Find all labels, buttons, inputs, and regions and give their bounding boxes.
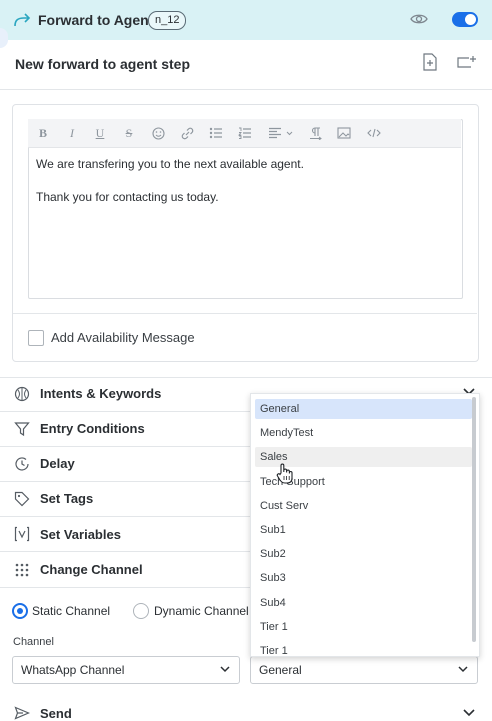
divider	[0, 446, 250, 447]
variable-icon	[14, 526, 30, 542]
add-step-icon[interactable]	[457, 55, 477, 69]
grid-dots-icon	[14, 562, 30, 578]
queue-select-value: General	[259, 663, 302, 677]
dropdown-option[interactable]: Sub1	[255, 520, 472, 540]
dynamic-channel-label: Dynamic Channel	[154, 604, 249, 618]
chevron-down-icon[interactable]	[463, 709, 475, 717]
dropdown-option[interactable]: Tier 1	[255, 641, 472, 656]
availability-checkbox[interactable]	[28, 330, 44, 346]
dropdown-option[interactable]: Tier 1	[255, 617, 472, 637]
forward-arrow-icon	[13, 12, 31, 28]
section-set-tags[interactable]: Set Tags	[40, 491, 93, 506]
eye-icon[interactable]	[410, 11, 428, 27]
link-icon[interactable]	[179, 119, 195, 147]
node-title: Forward to Agent	[38, 12, 154, 28]
bold-icon[interactable]: B	[36, 119, 50, 147]
static-channel-radio[interactable]	[12, 603, 28, 619]
divider	[0, 89, 492, 90]
add-file-icon[interactable]	[422, 53, 438, 71]
divider	[0, 481, 250, 482]
code-icon[interactable]	[365, 119, 383, 147]
static-channel-label: Static Channel	[32, 604, 111, 618]
align-dropdown-icon[interactable]	[266, 119, 296, 147]
dropdown-option[interactable]: Cust Serv	[255, 496, 472, 516]
hand-pointer-cursor	[276, 463, 294, 485]
editor-line-2: Thank you for contacting us today.	[36, 190, 219, 204]
editor-line-1: We are transfering you to the next avail…	[36, 157, 304, 171]
dynamic-channel-radio[interactable]	[133, 603, 149, 619]
dropdown-option[interactable]: General	[255, 399, 472, 419]
dropdown-scrollbar[interactable]	[472, 397, 476, 642]
enable-toggle[interactable]	[452, 12, 478, 27]
channel-select-value: WhatsApp Channel	[21, 663, 125, 677]
node-id-badge: n_12	[148, 11, 187, 30]
divider	[0, 587, 250, 588]
divider	[0, 551, 250, 552]
section-delay[interactable]: Delay	[40, 456, 75, 471]
chevron-down-icon	[220, 666, 230, 673]
tag-icon	[14, 491, 30, 507]
step-title: New forward to agent step	[15, 56, 191, 72]
filter-icon	[14, 421, 30, 437]
clock-icon	[14, 456, 30, 472]
underline-icon[interactable]: U	[93, 119, 107, 147]
numbered-list-icon[interactable]	[237, 119, 253, 147]
divider	[0, 377, 492, 378]
image-icon[interactable]	[336, 119, 352, 147]
chevron-down-icon	[458, 666, 468, 673]
dropdown-option[interactable]: Sub3	[255, 568, 472, 588]
channel-select[interactable]: WhatsApp Channel	[12, 656, 240, 684]
dropdown-option[interactable]: Sub4	[255, 593, 472, 613]
divider	[13, 313, 477, 314]
editor-toolbar: B I U S	[28, 119, 461, 148]
section-entry-conditions[interactable]: Entry Conditions	[40, 421, 145, 436]
italic-icon[interactable]: I	[65, 119, 79, 147]
collapse-handle[interactable]	[0, 28, 8, 48]
send-icon	[14, 706, 30, 720]
section-set-variables[interactable]: Set Variables	[40, 527, 121, 542]
queue-select[interactable]: General	[250, 656, 478, 684]
queue-dropdown-list: General MendyTest Sales Tech Support Cust Se…	[250, 393, 480, 657]
section-change-channel[interactable]: Change Channel	[40, 562, 143, 577]
dropdown-option[interactable]: Sub2	[255, 544, 472, 564]
paragraph-direction-icon[interactable]	[307, 119, 323, 147]
section-intents-keywords[interactable]: Intents & Keywords	[40, 386, 161, 401]
divider	[0, 516, 250, 517]
strikethrough-icon[interactable]: S	[122, 119, 136, 147]
availability-label: Add Availability Message	[51, 330, 195, 345]
channel-field-label: Channel	[13, 636, 54, 648]
bullet-list-icon[interactable]	[208, 119, 224, 147]
dropdown-option[interactable]: MendyTest	[255, 423, 472, 443]
divider	[0, 411, 250, 412]
emoji-icon[interactable]	[150, 119, 166, 147]
section-send[interactable]: Send	[40, 706, 72, 721]
brain-icon	[14, 386, 30, 402]
